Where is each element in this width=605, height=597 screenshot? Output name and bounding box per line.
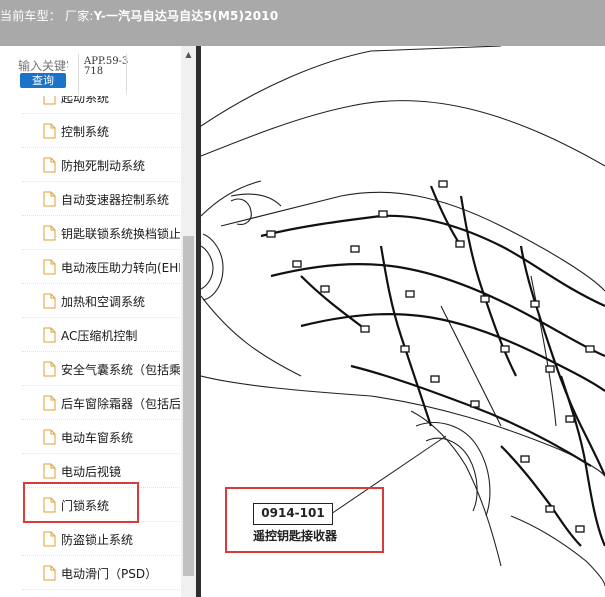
document-icon	[43, 327, 56, 343]
tree-item[interactable]: 后车窗除霜器（包括后视镜）	[22, 386, 180, 420]
tree-item-label: 控制系统	[61, 125, 110, 139]
document-icon	[43, 429, 56, 445]
tree-item-label: 防盗锁止系统	[61, 533, 134, 547]
tree-item-label: 钥匙联锁系统换档锁止	[61, 227, 180, 241]
tree-item-label: 电动滑门（PSD）	[61, 567, 158, 581]
document-icon	[43, 395, 56, 411]
document-icon	[43, 157, 56, 173]
search-area: 查询 APP.59-3718	[0, 46, 180, 96]
tree-item[interactable]: 自动变速器控制系统	[22, 182, 180, 216]
tree-item-label: 电动后视镜	[61, 465, 122, 479]
document-icon	[43, 361, 56, 377]
tree-item[interactable]: 电动车窗系统	[22, 420, 180, 454]
tree-item-label: 起动系统	[61, 96, 110, 105]
divider	[78, 54, 79, 94]
document-icon	[43, 293, 56, 309]
tree-item[interactable]: 电动滑门（PSD）	[22, 556, 180, 590]
divider	[126, 54, 127, 94]
document-icon	[43, 531, 56, 547]
tree-item-label: 电动液压助力转向(EHPS)	[61, 261, 180, 275]
current-model-label: 当前车型： 厂家:Y-一汽马自达马自达5(M5)2010	[0, 7, 278, 24]
tree-item[interactable]: 防盗锁止系统	[22, 522, 180, 556]
tree-item[interactable]: 加热和空调系统	[22, 284, 180, 318]
document-icon	[43, 191, 56, 207]
document-icon	[43, 96, 56, 105]
scroll-thumb[interactable]	[183, 236, 194, 576]
current-model-prefix: 当前车型： 厂家:	[0, 9, 94, 23]
menu-highlight-box	[23, 482, 139, 523]
tree-item[interactable]: 安全气囊系统（包括乘员）	[22, 352, 180, 386]
tree-item-label: 后车窗除霜器（包括后视镜）	[61, 397, 180, 411]
document-icon	[43, 565, 56, 581]
search-input[interactable]	[18, 58, 68, 74]
component-name-label: 遥控钥匙接收器	[253, 529, 338, 543]
tree-item[interactable]: 防抱死制动系统	[22, 148, 180, 182]
tree-item[interactable]: 起动系统	[22, 96, 180, 114]
tree-scrollbar[interactable]: ▲	[181, 46, 196, 597]
document-code: APP.59-3718	[84, 56, 129, 77]
document-icon	[43, 259, 56, 275]
tree-item-label: AC压缩机控制	[61, 329, 138, 343]
title-bar: 当前车型： 厂家:Y-一汽马自达马自达5(M5)2010	[0, 0, 605, 46]
tree-item[interactable]: 控制系统	[22, 114, 180, 148]
current-model-name: Y-一汽马自达马自达5(M5)2010	[93, 9, 279, 23]
document-icon	[43, 463, 56, 479]
tree-item[interactable]: 钥匙联锁系统换档锁止	[22, 216, 180, 250]
tree-item-label: 加热和空调系统	[61, 295, 146, 309]
scroll-up-arrow-icon[interactable]: ▲	[181, 50, 196, 60]
document-icon	[43, 225, 56, 241]
tree-item[interactable]: AC压缩机控制	[22, 318, 180, 352]
tree-item-label: 防抱死制动系统	[61, 159, 146, 173]
component-code-label: 0914-101	[253, 503, 333, 525]
tree-item-label: 安全气囊系统（包括乘员）	[61, 363, 180, 377]
tree-item-label: 自动变速器控制系统	[61, 193, 170, 207]
tree-item[interactable]: 电动液压助力转向(EHPS)	[22, 250, 180, 284]
tree-item-label: 电动车窗系统	[61, 431, 134, 445]
search-button[interactable]: 查询	[20, 73, 66, 88]
document-icon	[43, 123, 56, 139]
